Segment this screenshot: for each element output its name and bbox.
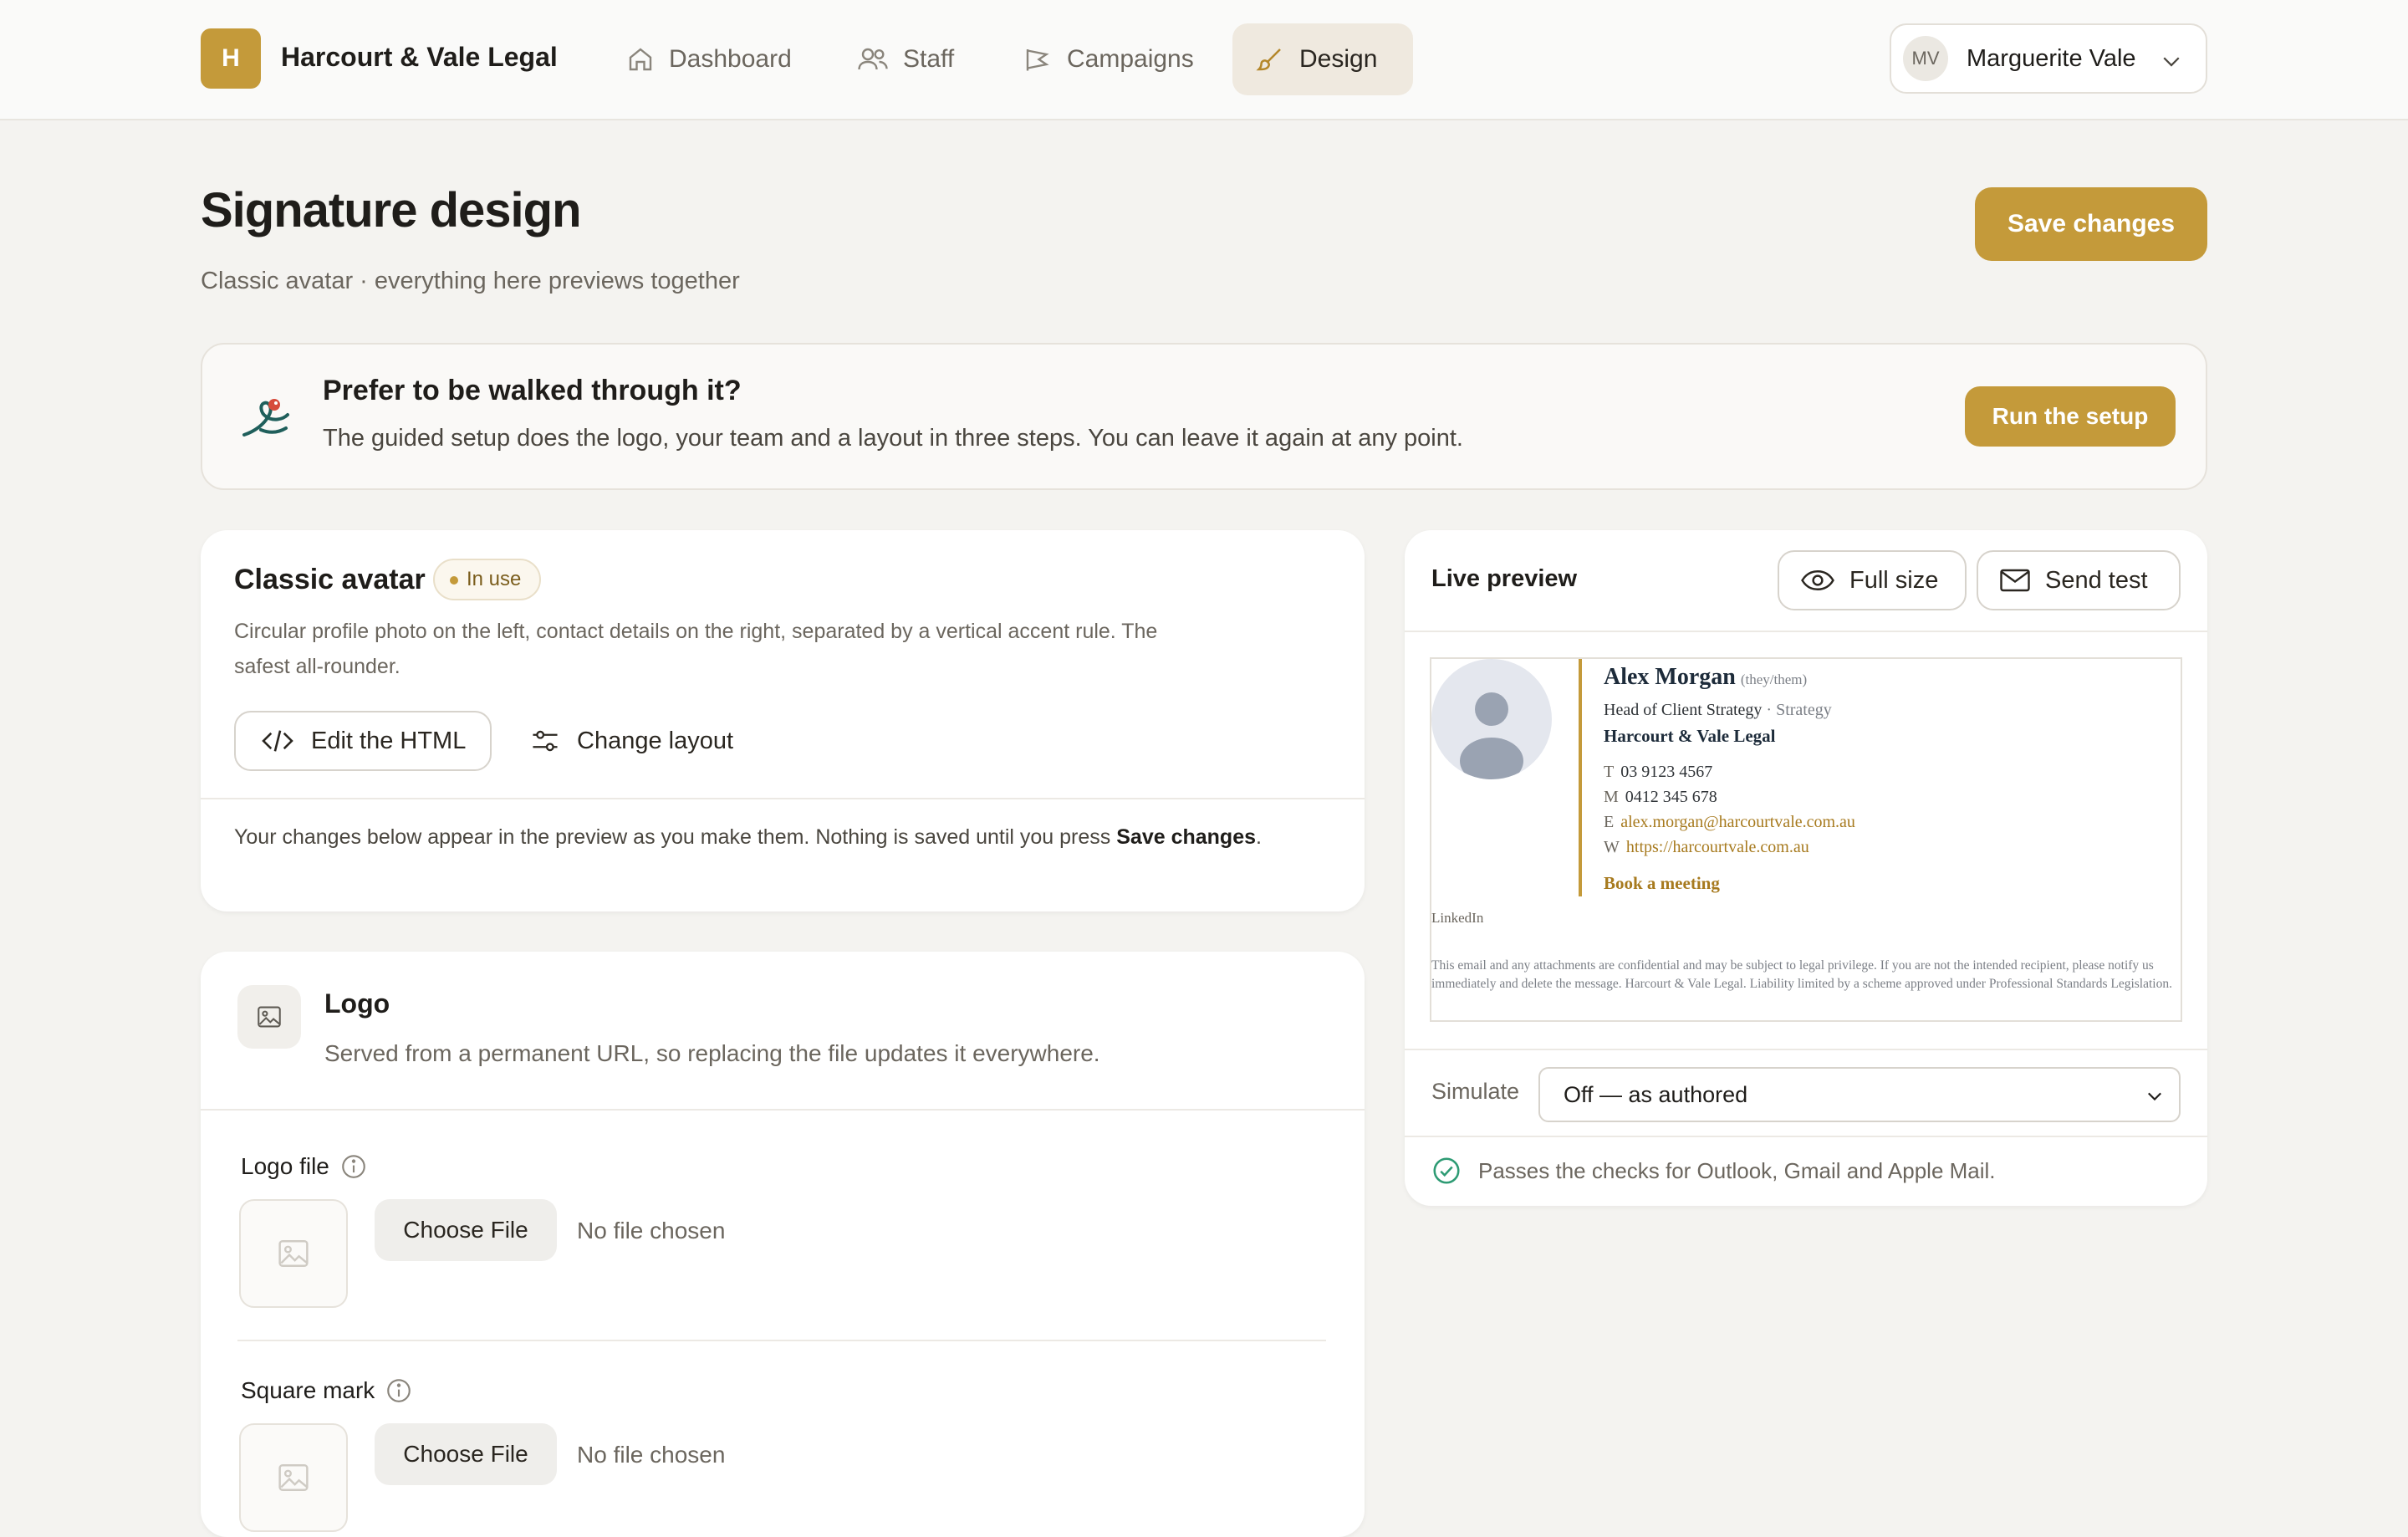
simulate-select[interactable]: Off — as authored xyxy=(1538,1067,2181,1122)
logo-section-title: Logo xyxy=(324,988,390,1019)
image-placeholder-icon xyxy=(278,1464,309,1491)
change-layout-label: Change layout xyxy=(577,727,734,754)
nav-item-campaigns[interactable]: Campaigns xyxy=(1000,23,1221,95)
megaphone-icon xyxy=(1026,49,1049,71)
sliders-icon xyxy=(533,730,558,752)
nav-item-staff[interactable]: Staff xyxy=(834,23,981,95)
signature-website-link[interactable]: https://harcourtvale.com.au xyxy=(1626,838,1809,856)
square-mark-status: No file chosen xyxy=(577,1442,726,1468)
live-preview-title: Live preview xyxy=(1431,565,1578,592)
divider xyxy=(1405,1136,2207,1137)
signature-email: Ealex.morgan@harcourtvale.com.au xyxy=(1604,813,1855,831)
info-icon[interactable] xyxy=(339,1152,368,1181)
user-menu[interactable]: MV Marguerite Vale xyxy=(1890,23,2207,94)
check-message: Passes the checks for Outlook, Gmail and… xyxy=(1478,1157,1996,1183)
accent-rule xyxy=(1579,659,1582,896)
signature-website: Whttps://harcourtvale.com.au xyxy=(1604,838,1809,856)
edit-html-label: Edit the HTML xyxy=(311,727,467,754)
linkedin-link[interactable]: LinkedIn xyxy=(1431,910,1483,927)
nav-item-label: Campaigns xyxy=(1067,45,1194,73)
simulate-label: Simulate xyxy=(1431,1079,1520,1104)
logo-file-thumbnail xyxy=(239,1199,348,1308)
compatibility-check: Passes the checks for Outlook, Gmail and… xyxy=(1431,1156,1996,1186)
layout-card: Classic avatar In use Circular profile p… xyxy=(201,530,1365,911)
brush-icon xyxy=(1256,49,1281,71)
full-size-label: Full size xyxy=(1849,566,1939,594)
signature-preview: Alex Morgan (they/them) Head of Client St… xyxy=(1430,657,2182,1022)
users-icon xyxy=(858,48,888,70)
image-placeholder-icon xyxy=(278,1240,309,1267)
page-title: Signature design xyxy=(201,183,582,237)
nav-item-label: Staff xyxy=(903,45,955,73)
guided-setup-banner: Prefer to be walked through it? The guid… xyxy=(201,343,2207,490)
nav-item-label: Dashboard xyxy=(669,45,792,73)
page-subtitle: Classic avatar · everything here preview… xyxy=(201,268,740,294)
check-circle-icon xyxy=(1433,1157,1460,1184)
divider xyxy=(237,1340,1326,1341)
simulate-selected-value: Off — as authored xyxy=(1564,1081,1748,1107)
signature-pronouns: (they/them) xyxy=(1740,671,1808,687)
square-mark-label: Square mark xyxy=(241,1376,413,1405)
eye-icon xyxy=(1801,569,1834,591)
divider xyxy=(201,1109,1365,1111)
change-layout-button[interactable]: Change layout xyxy=(530,711,733,771)
signature-role: Head of Client Strategy · Strategy xyxy=(1604,701,1832,719)
edit-html-button[interactable]: Edit the HTML xyxy=(234,711,492,771)
save-changes-button[interactable]: Save changes xyxy=(1975,187,2207,261)
top-navigation: H Harcourt & Vale Legal Dashboard Staff … xyxy=(0,0,2408,120)
bird-mascot-icon xyxy=(242,399,289,437)
signature-company: Harcourt & Vale Legal xyxy=(1604,726,1776,746)
avatar-placeholder-icon xyxy=(1431,659,1552,779)
chevron-down-icon xyxy=(2148,1092,2161,1101)
nav-item-label: Design xyxy=(1299,45,1378,73)
logo-file-label: Logo file xyxy=(241,1152,368,1181)
brand-logo[interactable]: H xyxy=(201,28,261,89)
run-setup-button[interactable]: Run the setup xyxy=(1965,386,2176,447)
full-size-button[interactable]: Full size xyxy=(1778,550,1967,610)
nav-item-dashboard[interactable]: Dashboard xyxy=(604,23,819,95)
nav-item-design[interactable]: Design xyxy=(1232,23,1413,95)
signature-phone: T 03 9123 4567 xyxy=(1604,763,1713,781)
logo-file-status: No file chosen xyxy=(577,1218,726,1243)
info-icon[interactable] xyxy=(385,1376,413,1405)
guided-setup-title: Prefer to be walked through it? xyxy=(323,375,742,406)
send-test-label: Send test xyxy=(2045,566,2148,594)
guided-setup-description: The guided setup does the logo, your tea… xyxy=(323,425,1463,452)
square-mark-thumbnail xyxy=(239,1423,348,1532)
send-test-button[interactable]: Send test xyxy=(1977,550,2181,610)
book-meeting-link[interactable]: Book a meeting xyxy=(1604,873,1720,894)
chevron-down-icon xyxy=(2163,57,2180,67)
code-icon xyxy=(262,730,293,752)
avatar: MV xyxy=(1903,36,1948,81)
logo-card: Logo Served from a permanent URL, so rep… xyxy=(201,952,1365,1537)
layout-note: Your changes below appear in the preview… xyxy=(234,825,1262,849)
brand-name[interactable]: Harcourt & Vale Legal xyxy=(281,42,558,73)
image-icon xyxy=(237,985,301,1049)
layout-description: Circular profile photo on the left, cont… xyxy=(234,620,1158,678)
logo-section-description: Served from a permanent URL, so replacin… xyxy=(324,1040,1100,1066)
signature-email-link[interactable]: alex.morgan@harcourtvale.com.au xyxy=(1620,813,1855,831)
choose-logo-file-button[interactable]: Choose File xyxy=(375,1199,557,1261)
signature-disclaimer: This email and any attachments are confi… xyxy=(1431,958,2172,991)
choose-square-mark-button[interactable]: Choose File xyxy=(375,1423,557,1485)
divider xyxy=(1405,1049,2207,1050)
user-name: Marguerite Vale xyxy=(1967,44,2136,72)
home-icon xyxy=(629,48,652,71)
status-badge: In use xyxy=(433,559,542,600)
layout-title: Classic avatar xyxy=(234,564,426,595)
divider xyxy=(201,798,1365,799)
divider xyxy=(1405,631,2207,632)
signature-mobile: M 0412 345 678 xyxy=(1604,788,1717,806)
signature-name: Alex Morgan (they/them) xyxy=(1604,664,1808,690)
live-preview-card: Live preview Full size Send test Alex Mo… xyxy=(1405,530,2207,1206)
mail-icon xyxy=(2000,569,2030,592)
